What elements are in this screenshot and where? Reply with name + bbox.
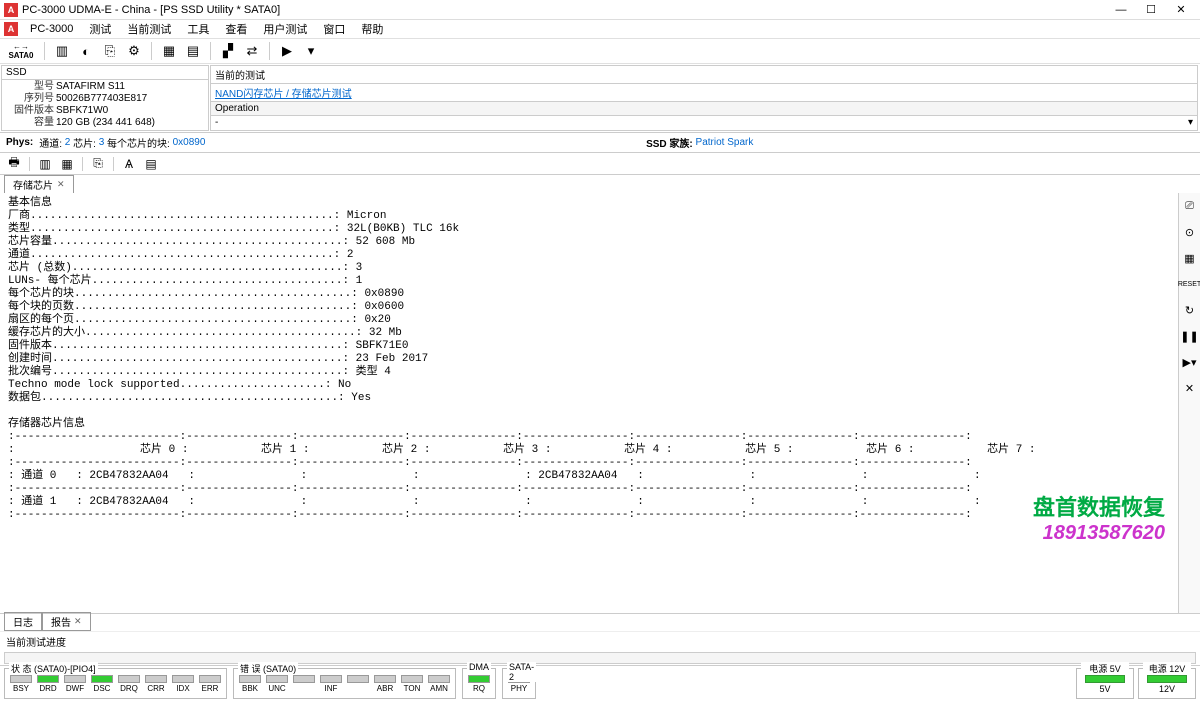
search-icon[interactable]: Ѧ <box>119 155 139 173</box>
tool-icon-5[interactable]: ▞ <box>217 40 239 62</box>
bottom-tabs: 日志 报告✕ <box>0 613 1200 631</box>
ssd-panel-header: SSD <box>2 66 208 80</box>
menu-window[interactable]: 窗口 <box>317 20 351 38</box>
status-led-UNC: UNC <box>265 675 289 696</box>
side-btn-1[interactable]: ⎚ <box>1181 197 1199 215</box>
status-led-AMN: AMN <box>427 675 451 696</box>
toolbar: ←→SATA0 ▥ ◐ ⎘ ⚙ ▦ ▤ ▞ ⇄ ▶ ▾ <box>0 38 1200 64</box>
tab-row: 存储芯片 ✕ <box>0 175 1200 193</box>
tab-report[interactable]: 报告✕ <box>42 612 91 631</box>
titlebar: A PC-3000 UDMA-E - China - [PS SSD Utili… <box>0 0 1200 20</box>
tab-close-icon[interactable]: ✕ <box>57 179 65 190</box>
ssd-serial: 50026B777403E817 <box>56 93 147 104</box>
tab-storage-chip[interactable]: 存储芯片 ✕ <box>4 175 74 193</box>
grid-icon[interactable]: ▦ <box>158 40 180 62</box>
status-led-CRR: CRR <box>144 675 168 696</box>
status-group-state: 状 态 (SATA0)-[PIO4] BSYDRDDWFDSCDRQCRRIDX… <box>4 668 227 699</box>
side-btn-3[interactable]: ▦ <box>1181 249 1199 267</box>
tool-icon-3[interactable]: ⎘ <box>99 40 121 62</box>
sata-port-button[interactable]: ←→SATA0 <box>4 40 38 62</box>
copy-icon[interactable]: ⎘ <box>88 155 108 173</box>
test-link[interactable]: NAND闪存芯片 / 存储芯片测试 <box>215 89 352 100</box>
side-next-icon[interactable]: ▶▾ <box>1181 353 1199 371</box>
icon-b[interactable]: ▦ <box>57 155 77 173</box>
ssd-fw: SBFK71W0 <box>56 105 108 116</box>
info-panels: SSD 型号SATAFIRM S11 序列号50026B777403E817 固… <box>0 64 1200 133</box>
status-group-dma: DMA RQ <box>462 668 496 699</box>
app-icon-small: A <box>4 22 18 36</box>
phys-label: Phys: <box>6 137 33 148</box>
phys-row: Phys: 通道: 2 芯片: 3 每个芯片的块: 0x0890 SSD 家族:… <box>0 133 1200 153</box>
dropdown-icon[interactable]: ▾ <box>300 40 322 62</box>
status-led-BSY: BSY <box>9 675 33 696</box>
power-group: 电源 5V 5V 电源 12V 12V <box>1076 668 1196 699</box>
status-led-DRQ: DRQ <box>117 675 141 696</box>
tab-log[interactable]: 日志 <box>4 612 42 631</box>
side-btn-2[interactable]: ⊙ <box>1181 223 1199 241</box>
status-led-ERR: ERR <box>198 675 222 696</box>
menu-test[interactable]: 测试 <box>83 20 117 38</box>
minimize-button[interactable]: — <box>1106 1 1136 19</box>
ssd-model: SATAFIRM S11 <box>56 81 125 92</box>
operation-value: - <box>215 117 218 129</box>
play-icon[interactable]: ▶ <box>276 40 298 62</box>
menu-user[interactable]: 用户测试 <box>257 20 313 38</box>
progress-label: 当前测试进度 <box>0 631 1200 651</box>
status-led-DRD: DRD <box>36 675 60 696</box>
phys-block: 0x0890 <box>173 137 206 148</box>
close-button[interactable]: ✕ <box>1166 1 1196 19</box>
tab-report-close[interactable]: ✕ <box>74 616 82 627</box>
menu-view[interactable]: 查看 <box>219 20 253 38</box>
phys-channel: 2 <box>65 137 71 148</box>
status-led-blank <box>346 675 370 696</box>
window-title: PC-3000 UDMA-E - China - [PS SSD Utility… <box>22 4 1106 16</box>
side-btn-reset[interactable]: RESET <box>1181 275 1199 293</box>
print-icon[interactable]: 🖶 <box>4 155 24 173</box>
ssd-capacity: 120 GB (234 441 648) <box>56 117 155 128</box>
status-led-DWF: DWF <box>63 675 87 696</box>
test-header: 当前的测试 <box>211 66 1197 84</box>
status-led-DSC: DSC <box>90 675 114 696</box>
toolbar-2: 🖶 ▥ ▦ ⎘ Ѧ ▤ <box>0 153 1200 175</box>
side-tools-icon[interactable]: ✕ <box>1181 379 1199 397</box>
status-group-sata2: SATA-2 PHY <box>502 668 536 699</box>
main-content: 基本信息 厂商.................................… <box>0 193 1178 613</box>
status-led-IDX: IDX <box>171 675 195 696</box>
phys-chip: 3 <box>99 137 105 148</box>
icon-c[interactable]: ▤ <box>141 155 161 173</box>
status-led-TON: TON <box>400 675 424 696</box>
table-icon[interactable]: ▤ <box>182 40 204 62</box>
tool-icon-1[interactable]: ▥ <box>51 40 73 62</box>
operation-header: Operation <box>211 101 1197 116</box>
side-pause-icon[interactable]: ❚❚ <box>1181 327 1199 345</box>
status-group-errors: 错 误 (SATA0) BBKUNCINFABRTONAMN <box>233 668 456 699</box>
status-led-RQ: RQ <box>467 675 491 696</box>
status-led-BBK: BBK <box>238 675 262 696</box>
side-btn-4[interactable]: ↻ <box>1181 301 1199 319</box>
status-led-INF: INF <box>319 675 343 696</box>
app-icon: A <box>4 3 18 17</box>
icon-a[interactable]: ▥ <box>35 155 55 173</box>
menubar: A PC-3000 测试 当前测试 工具 查看 用户测试 窗口 帮助 <box>0 20 1200 38</box>
ssd-family: Patriot Spark <box>696 137 754 148</box>
menu-current[interactable]: 当前测试 <box>121 20 177 38</box>
tool-icon-2[interactable]: ◐ <box>75 40 97 62</box>
operation-dropdown[interactable]: ▾ <box>1188 117 1193 129</box>
side-toolbar: ⎚ ⊙ ▦ RESET ↻ ❚❚ ▶▾ ✕ <box>1178 193 1200 613</box>
menu-app[interactable]: PC-3000 <box>24 22 79 36</box>
menu-help[interactable]: 帮助 <box>355 20 389 38</box>
tool-icon-4[interactable]: ⚙ <box>123 40 145 62</box>
status-bar: 状 态 (SATA0)-[PIO4] BSYDRDDWFDSCDRQCRRIDX… <box>0 665 1200 701</box>
maximize-button[interactable]: ☐ <box>1136 1 1166 19</box>
status-led-ABR: ABR <box>373 675 397 696</box>
status-led-blank <box>292 675 316 696</box>
power-12v: 电源 12V 12V <box>1138 668 1196 699</box>
power-5v: 电源 5V 5V <box>1076 668 1134 699</box>
menu-tools[interactable]: 工具 <box>181 20 215 38</box>
progress-bar <box>4 652 1196 664</box>
tool-icon-6[interactable]: ⇄ <box>241 40 263 62</box>
ssd-panel: SSD 型号SATAFIRM S11 序列号50026B777403E817 固… <box>1 65 209 131</box>
test-panel: 当前的测试 NAND闪存芯片 / 存储芯片测试 Operation - ▾ <box>210 65 1198 131</box>
